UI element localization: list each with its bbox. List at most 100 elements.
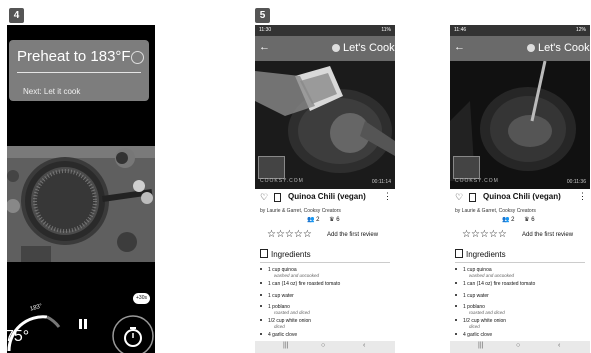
ingredients-header-label: Ingredients xyxy=(466,250,506,259)
recipe-title: Quinoa Chili (vegan) xyxy=(288,192,366,201)
ingredients-header-label: Ingredients xyxy=(271,250,311,259)
ingredient-item: 4 garlic clove xyxy=(455,332,492,338)
ingredient-note: diced xyxy=(469,324,480,329)
ingredients-header: Ingredients xyxy=(260,249,311,259)
list-icon xyxy=(455,249,463,258)
people-count: 2 xyxy=(316,217,320,223)
back-arrow-icon[interactable]: ← xyxy=(259,41,270,53)
chef-count: 6 xyxy=(531,217,535,223)
ingredient-name: 1 cup water xyxy=(463,293,489,299)
app-title: Let's Cook xyxy=(538,42,590,54)
heart-icon[interactable]: ♡ xyxy=(455,192,463,203)
ingredient-note: roasted and diced xyxy=(469,310,505,315)
step-badge-5: 5 xyxy=(255,8,270,23)
check-circle-icon[interactable] xyxy=(131,51,144,64)
video-time: 00:11:14 xyxy=(371,179,391,185)
rating-stars[interactable]: ☆☆☆☆☆ xyxy=(267,229,312,240)
preheat-title: Preheat to 183°F xyxy=(17,48,131,65)
ingredient-item: 1/2 cup white onion diced xyxy=(260,318,311,329)
ingredient-item: 1/2 cup white onion diced xyxy=(455,318,506,329)
status-bar: 11:46 12% xyxy=(450,25,590,36)
recipe-author[interactable]: by Laurie & Garret, Cooksy Creators xyxy=(455,208,536,214)
system-nav-bar: ||| ○ ‹ xyxy=(255,341,395,353)
ingredients-header: Ingredients xyxy=(455,249,506,259)
back-button[interactable]: ‹ xyxy=(558,342,560,349)
app-bar: ← Let's Cook xyxy=(255,36,395,61)
ingredient-note: washed and uncooked xyxy=(469,273,515,278)
phone-screen-2: 11:46 12% ← Let's Cook COOKSY.COM 00:11:… xyxy=(450,25,590,353)
recipe-title: Quinoa Chili (vegan) xyxy=(483,192,561,201)
people-icon: 👥 xyxy=(502,217,510,223)
app-title: Let's Cook xyxy=(343,42,395,54)
cook-mode-screen: Preheat to 183°F Next: Let it cook 183° xyxy=(7,25,155,353)
video-time: 00:11:36 xyxy=(566,179,586,185)
step-badge-4: 4 xyxy=(9,8,24,23)
stopwatch-icon[interactable] xyxy=(107,311,155,353)
preheat-card[interactable]: Preheat to 183°F Next: Let it cook xyxy=(9,40,149,101)
app-bar: ← Let's Cook xyxy=(450,36,590,61)
ingredient-item: 1 cup water xyxy=(260,293,294,299)
home-button[interactable]: ○ xyxy=(321,342,325,349)
status-time: 11:30 xyxy=(259,27,272,33)
recipe-header: ♡ Quinoa Chili (vegan) ⋮ xyxy=(450,191,590,205)
ingredient-name: 4 garlic clove xyxy=(463,332,493,338)
ingredient-name: 4 garlic clove xyxy=(268,332,298,338)
more-options-icon[interactable]: ⋮ xyxy=(578,191,587,202)
heart-icon[interactable]: ♡ xyxy=(260,192,268,203)
watermark: COOKSY.COM xyxy=(260,178,304,184)
chef-count: 6 xyxy=(336,217,340,223)
divider xyxy=(455,262,585,263)
phone-screen-1: 11:30 11% ← Let's Cook COOKSY.COM 00:11:… xyxy=(255,25,395,353)
step-thumbnail[interactable] xyxy=(453,156,480,179)
battery-level: 11% xyxy=(381,27,391,33)
battery-level: 12% xyxy=(575,27,586,33)
bookmark-icon[interactable] xyxy=(274,193,281,202)
ingredient-item: 1 poblano roasted and diced xyxy=(455,304,505,315)
step-photo xyxy=(7,146,155,262)
pause-icon[interactable] xyxy=(78,319,88,329)
recipe-counts: 👥 2 ♛ 6 xyxy=(307,216,340,223)
rating-stars[interactable]: ☆☆☆☆☆ xyxy=(462,229,507,240)
ingredient-note: diced xyxy=(274,324,285,329)
ingredient-item: 1 can (14 oz) fire roasted tomato xyxy=(260,281,340,287)
add-review-link[interactable]: Add the first review xyxy=(522,232,573,238)
system-nav-bar: ||| ○ ‹ xyxy=(450,341,590,353)
more-options-icon[interactable]: ⋮ xyxy=(383,191,392,202)
ingredient-note: roasted and diced xyxy=(274,310,310,315)
status-time: 11:46 xyxy=(454,27,467,33)
chef-hat-icon: ♛ xyxy=(329,217,335,223)
add-review-link[interactable]: Add the first review xyxy=(327,232,378,238)
ingredient-name: 1 can (14 oz) fire roasted tomato xyxy=(268,281,341,287)
add-time-button[interactable]: +30s xyxy=(133,293,150,304)
ingredient-note: washed and uncooked xyxy=(274,273,320,278)
divider xyxy=(260,262,390,263)
chef-hat-icon: ♛ xyxy=(524,217,530,223)
recents-button[interactable]: ||| xyxy=(283,342,288,349)
ingredient-item: 1 poblano roasted and diced xyxy=(260,304,310,315)
list-icon xyxy=(260,249,268,258)
people-icon: 👥 xyxy=(307,217,315,223)
recents-button[interactable]: ||| xyxy=(478,342,483,349)
recipe-author[interactable]: by Laurie & Garret, Cooksy Creators xyxy=(260,208,341,214)
chef-logo-icon xyxy=(527,44,535,52)
ingredient-item: 1 can (14 oz) fire roasted tomato xyxy=(455,281,535,287)
video-player[interactable]: COOKSY.COM 00:11:14 xyxy=(255,61,395,189)
ingredient-item: 1 cup water xyxy=(455,293,489,299)
people-count: 2 xyxy=(511,217,515,223)
ingredient-name: 1 can (14 oz) fire roasted tomato xyxy=(463,281,536,287)
ingredient-item: 1 cup quinoa washed and uncooked xyxy=(455,267,514,278)
status-bar: 11:30 11% xyxy=(255,25,395,36)
bookmark-icon[interactable] xyxy=(469,193,476,202)
video-player[interactable]: COOKSY.COM 00:11:36 xyxy=(450,61,590,189)
ingredient-item: 4 garlic clove xyxy=(260,332,297,338)
recipe-header: ♡ Quinoa Chili (vegan) ⋮ xyxy=(255,191,395,205)
ingredient-item: 1 cup quinoa washed and uncooked xyxy=(260,267,319,278)
chef-logo-icon xyxy=(332,44,340,52)
home-button[interactable]: ○ xyxy=(516,342,520,349)
back-button[interactable]: ‹ xyxy=(363,342,365,349)
step-thumbnail[interactable] xyxy=(258,156,285,179)
pan-photo-image xyxy=(7,146,155,262)
next-step-label: Next: Let it cook xyxy=(23,87,81,96)
back-arrow-icon[interactable]: ← xyxy=(454,41,465,53)
watermark: COOKSY.COM xyxy=(455,178,499,184)
